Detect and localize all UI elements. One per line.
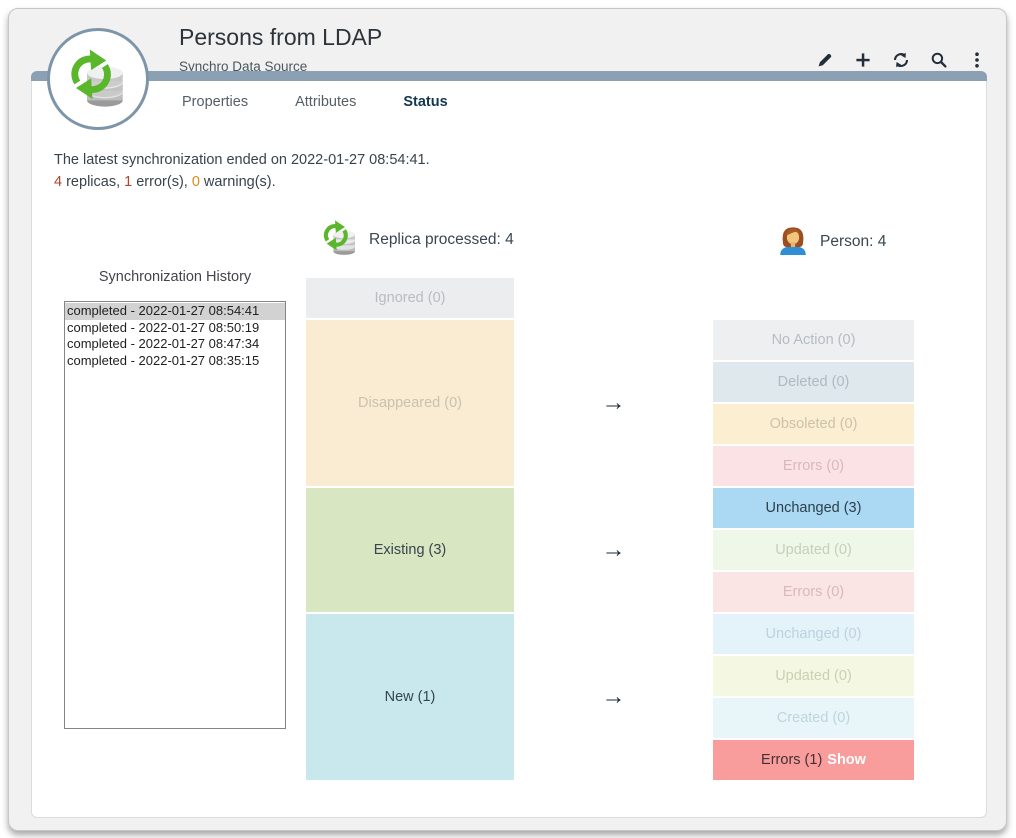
kebab-menu-icon (968, 51, 986, 69)
edit-button[interactable] (816, 51, 834, 69)
replica-processed-label: Replica processed: 4 (369, 231, 514, 249)
history-option[interactable]: completed - 2022-01-27 08:54:41 (65, 303, 285, 320)
sync-summary: The latest synchronization ended on 2022… (54, 149, 430, 193)
result-box-errors-new: Errors (1) Show (713, 740, 914, 780)
flow-box-new: New (1) (306, 614, 514, 780)
flow-box-existing: Existing (3) (306, 488, 514, 612)
synchro-icon (320, 217, 360, 262)
pencil-edit-icon (816, 51, 834, 69)
warnings-count: 0 (192, 174, 200, 190)
sync-summary-line2: 4 replicas, 1 error(s), 0 warning(s). (54, 171, 430, 193)
result-box-obsoleted: Obsoleted (0) (713, 404, 914, 444)
top-accent-bar (31, 71, 987, 81)
flow-arrow-icon: → (514, 488, 713, 612)
page-title: Persons from LDAP (179, 24, 382, 51)
history-listbox[interactable]: completed - 2022-01-27 08:54:41 complete… (64, 301, 286, 729)
sync-summary-line1: The latest synchronization ended on 2022… (54, 149, 430, 171)
result-box-created-new: Created (0) (713, 698, 914, 738)
plus-add-icon (854, 51, 872, 69)
person-header: Person: 4 (776, 222, 886, 261)
refresh-button[interactable] (892, 51, 910, 69)
result-box-unchanged-new: Unchanged (0) (713, 614, 914, 654)
show-errors-link[interactable]: Show (827, 752, 866, 768)
add-button[interactable] (854, 51, 872, 69)
more-menu-button[interactable] (968, 51, 986, 69)
search-button[interactable] (930, 51, 948, 69)
history-option[interactable]: completed - 2022-01-27 08:50:19 (65, 320, 285, 337)
header-avatar (47, 28, 149, 130)
tab-bar: Properties Attributes Status (182, 94, 448, 110)
errors-count: 1 (124, 174, 132, 190)
flow-arrow-icon: → (514, 614, 713, 780)
synchro-datasource-icon (65, 44, 131, 115)
tab-properties[interactable]: Properties (182, 94, 248, 110)
flow-arrow-icon: → (514, 320, 713, 486)
flow-box-disappeared: Disappeared (0) (306, 320, 514, 486)
refresh-icon (892, 51, 910, 69)
replica-processed-header: Replica processed: 4 (320, 217, 514, 262)
person-count-label: Person: 4 (820, 233, 886, 251)
person-icon (776, 222, 810, 261)
history-option[interactable]: completed - 2022-01-27 08:47:34 (65, 336, 285, 353)
result-box-updated-existing: Updated (0) (713, 530, 914, 570)
content-area: Properties Attributes Status The latest … (31, 81, 987, 818)
history-option[interactable]: completed - 2022-01-27 08:35:15 (65, 353, 285, 370)
result-box-errors-existing: Errors (0) (713, 572, 914, 612)
result-box-unchanged-existing: Unchanged (3) (713, 488, 914, 528)
result-box-deleted: Deleted (0) (713, 362, 914, 402)
tab-status[interactable]: Status (403, 94, 447, 110)
result-box-no-action: No Action (0) (713, 320, 914, 360)
result-box-updated-new: Updated (0) (713, 656, 914, 696)
history-title: Synchronization History (64, 269, 286, 285)
toolbar (816, 51, 986, 69)
errors-new-label: Errors (1) (761, 752, 822, 768)
flow-box-ignored: Ignored (0) (306, 278, 514, 318)
tab-attributes[interactable]: Attributes (295, 94, 356, 110)
app-window: Persons from LDAP Synchro Data Source (8, 8, 1007, 831)
search-icon (930, 51, 948, 69)
result-box-errors-disappeared: Errors (0) (713, 446, 914, 486)
replicas-count: 4 (54, 174, 62, 190)
